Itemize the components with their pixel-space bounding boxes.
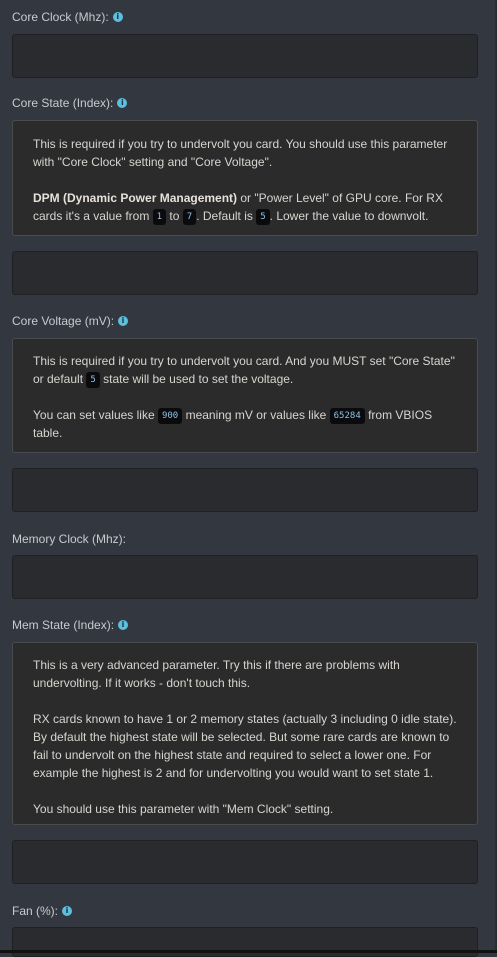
- core-clock-label: Core Clock (Mhz): i: [12, 10, 123, 24]
- code-default: 5: [256, 208, 270, 225]
- core-voltage-help-p2: You can set values like 900 meaning mV o…: [33, 407, 433, 440]
- code-max: 7: [182, 208, 197, 225]
- core-voltage-input[interactable]: [12, 468, 478, 512]
- dpm-bold-text: DPM (Dynamic Power Management): [33, 191, 238, 205]
- mem-state-help: This is a very advanced parameter. Try t…: [12, 642, 478, 825]
- mem-state-input[interactable]: [12, 840, 478, 884]
- mem-state-help-p2: RX cards known to have 1 or 2 memory sta…: [33, 712, 457, 780]
- core-voltage-label-text: Core Voltage (mV):: [12, 314, 115, 328]
- memory-clock-label-text: Memory Clock (Mhz):: [12, 532, 127, 546]
- info-icon[interactable]: i: [118, 620, 129, 630]
- info-icon[interactable]: i: [117, 98, 128, 108]
- core-state-input[interactable]: [12, 251, 478, 295]
- mem-state-label-text: Mem State (Index):: [12, 618, 115, 632]
- info-icon[interactable]: i: [62, 906, 73, 916]
- core-clock-label-text: Core Clock (Mhz):: [12, 10, 109, 24]
- core-state-help-p1: This is required if you try to undervolt…: [33, 137, 448, 169]
- mem-state-help-p3: You should use this parameter with "Mem …: [33, 802, 334, 816]
- core-state-label: Core State (Index): i: [12, 96, 128, 110]
- core-voltage-help-p1: This is required if you try to undervolt…: [33, 354, 455, 388]
- mem-state-help-p1: This is a very advanced parameter. Try t…: [33, 658, 400, 690]
- mem-state-label: Mem State (Index): i: [12, 618, 129, 632]
- core-state-label-text: Core State (Index):: [12, 96, 114, 110]
- core-voltage-label: Core Voltage (mV): i: [12, 314, 129, 328]
- code-vbios: 65284: [329, 407, 365, 424]
- code-min: 1: [152, 208, 167, 225]
- info-icon[interactable]: i: [118, 316, 129, 326]
- memory-clock-input[interactable]: [12, 555, 478, 599]
- core-state-help-p2: DPM (Dynamic Power Management) or "Power…: [33, 191, 443, 225]
- core-clock-input[interactable]: [12, 34, 478, 78]
- code-mv: 900: [157, 407, 183, 424]
- core-state-help: This is required if you try to undervolt…: [12, 120, 478, 236]
- fan-label-text: Fan (%):: [12, 904, 59, 918]
- info-icon[interactable]: i: [112, 12, 123, 22]
- memory-clock-label: Memory Clock (Mhz):: [12, 532, 126, 546]
- fan-label: Fan (%): i: [12, 904, 73, 918]
- code-state: 5: [86, 371, 100, 388]
- core-voltage-help: This is required if you try to undervolt…: [12, 338, 478, 453]
